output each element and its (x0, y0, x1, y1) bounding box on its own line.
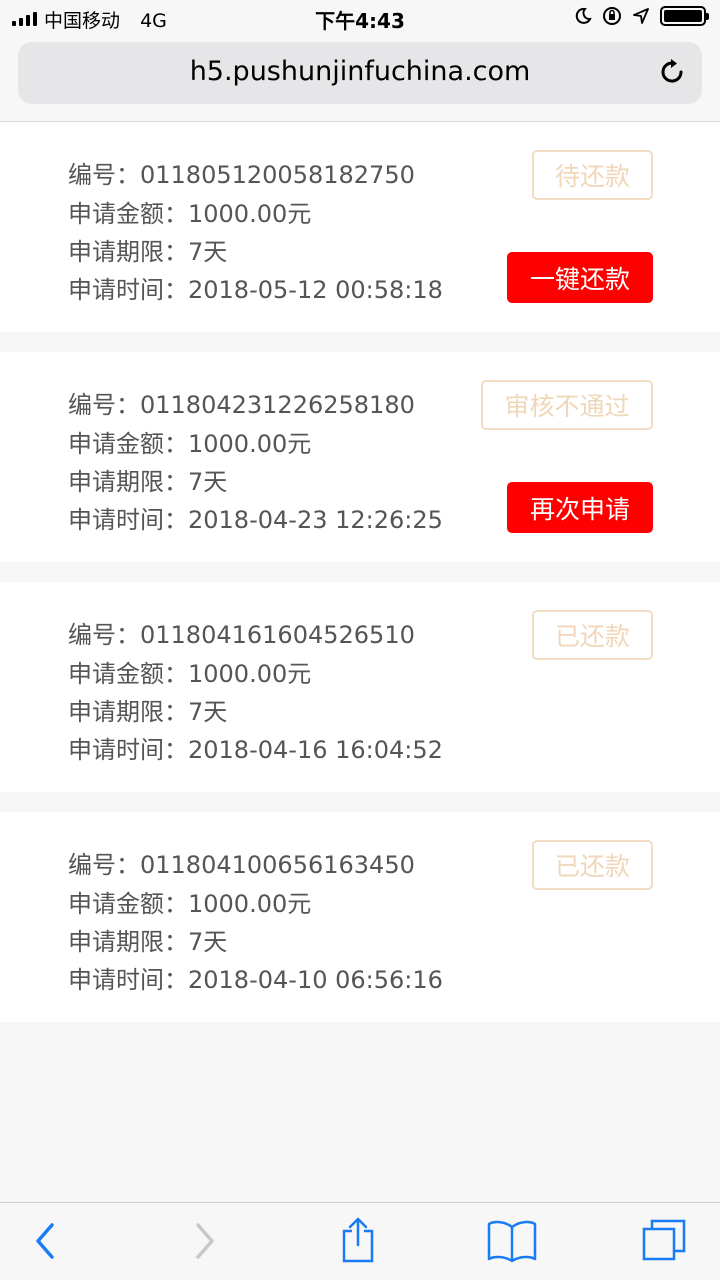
record-id-row: 编号：011804161604526510 (68, 615, 415, 650)
record-term-label: 申请期限： (68, 698, 188, 726)
record-amount-row: 申请金额：1000.00元 (68, 654, 311, 689)
record-id-row: 编号：011804231226258180 (68, 385, 415, 420)
orientation-lock-icon (603, 7, 621, 25)
record-amount-row: 申请金额：1000.00元 (68, 884, 311, 919)
record-amount-value: 1000.00元 (188, 430, 312, 458)
record-term-value: 7天 (188, 238, 228, 266)
record-term-value: 7天 (188, 698, 228, 726)
status-bar: 中国移动 4G 下午4:43 (0, 0, 720, 36)
record-id-label: 编号： (68, 161, 140, 189)
url-text: h5.pushunjinfuchina.com (189, 56, 531, 87)
record-amount-row: 申请金额：1000.00元 (68, 424, 311, 459)
record-amount-value: 1000.00元 (188, 200, 312, 228)
tabs-icon[interactable] (640, 1217, 688, 1265)
status-icons (574, 6, 709, 26)
record-time-value: 2018-04-16 16:04:52 (188, 736, 443, 764)
record-amount-label: 申请金额： (68, 430, 188, 458)
loan-record-card: 编号：011804231226258180 申请金额：1000.00元 申请期限… (0, 352, 720, 562)
status-badge: 已还款 (532, 610, 653, 660)
back-icon[interactable] (30, 1219, 60, 1263)
repay-button[interactable]: 一键还款 (507, 252, 653, 303)
status-badge: 审核不通过 (481, 380, 653, 430)
record-term-row: 申请期限：7天 (68, 692, 227, 727)
moon-icon (575, 7, 592, 24)
status-badge: 已还款 (532, 840, 653, 890)
address-bar[interactable]: h5.pushunjinfuchina.com (18, 42, 702, 104)
record-amount-value: 1000.00元 (188, 890, 312, 918)
record-time-label: 申请时间： (68, 506, 188, 534)
reapply-button[interactable]: 再次申请 (507, 482, 653, 533)
record-time-row: 申请时间：2018-04-16 16:04:52 (68, 730, 443, 765)
record-id-value: 011804100656163450 (140, 851, 415, 879)
record-time-label: 申请时间： (68, 736, 188, 764)
record-term-row: 申请期限：7天 (68, 462, 227, 497)
bookmarks-icon[interactable] (486, 1219, 538, 1263)
record-term-value: 7天 (188, 468, 228, 496)
browser-address-area: h5.pushunjinfuchina.com (0, 36, 720, 122)
record-id-value: 011804231226258180 (140, 391, 415, 419)
record-time-label: 申请时间： (68, 966, 188, 994)
record-time-value: 2018-05-12 00:58:18 (188, 276, 443, 304)
record-amount-row: 申请金额：1000.00元 (68, 194, 311, 229)
record-term-label: 申请期限： (68, 928, 188, 956)
loan-record-card: 编号：011804161604526510 申请金额：1000.00元 申请期限… (0, 582, 720, 792)
record-term-label: 申请期限： (68, 468, 188, 496)
share-icon[interactable] (338, 1215, 378, 1265)
forward-icon (196, 1223, 214, 1259)
loan-record-card: 编号：011805120058182750 申请金额：1000.00元 申请期限… (0, 122, 720, 332)
record-id-value: 011804161604526510 (140, 621, 415, 649)
record-time-row: 申请时间：2018-04-23 12:26:25 (68, 500, 443, 535)
location-icon (633, 8, 649, 24)
record-amount-value: 1000.00元 (188, 660, 312, 688)
record-term-row: 申请期限：7天 (68, 922, 227, 957)
reload-icon[interactable] (656, 56, 688, 88)
record-amount-label: 申请金额： (68, 660, 188, 688)
record-time-value: 2018-04-10 06:56:16 (188, 966, 443, 994)
record-id-row: 编号：011804100656163450 (68, 845, 415, 880)
status-badge: 待还款 (532, 150, 653, 200)
record-time-label: 申请时间： (68, 276, 188, 304)
record-term-row: 申请期限：7天 (68, 232, 227, 267)
loan-record-card: 编号：011804100656163450 申请金额：1000.00元 申请期限… (0, 812, 720, 1022)
record-amount-label: 申请金额： (68, 890, 188, 918)
record-time-value: 2018-04-23 12:26:25 (188, 506, 443, 534)
record-time-row: 申请时间：2018-05-12 00:58:18 (68, 270, 443, 305)
record-time-row: 申请时间：2018-04-10 06:56:16 (68, 960, 443, 995)
record-id-value: 011805120058182750 (140, 161, 415, 189)
record-id-label: 编号： (68, 851, 140, 879)
record-id-label: 编号： (68, 621, 140, 649)
record-amount-label: 申请金额： (68, 200, 188, 228)
record-id-row: 编号：011805120058182750 (68, 155, 415, 190)
browser-toolbar (0, 1202, 720, 1280)
record-term-value: 7天 (188, 928, 228, 956)
battery-icon (660, 6, 709, 26)
record-term-label: 申请期限： (68, 238, 188, 266)
record-id-label: 编号： (68, 391, 140, 419)
